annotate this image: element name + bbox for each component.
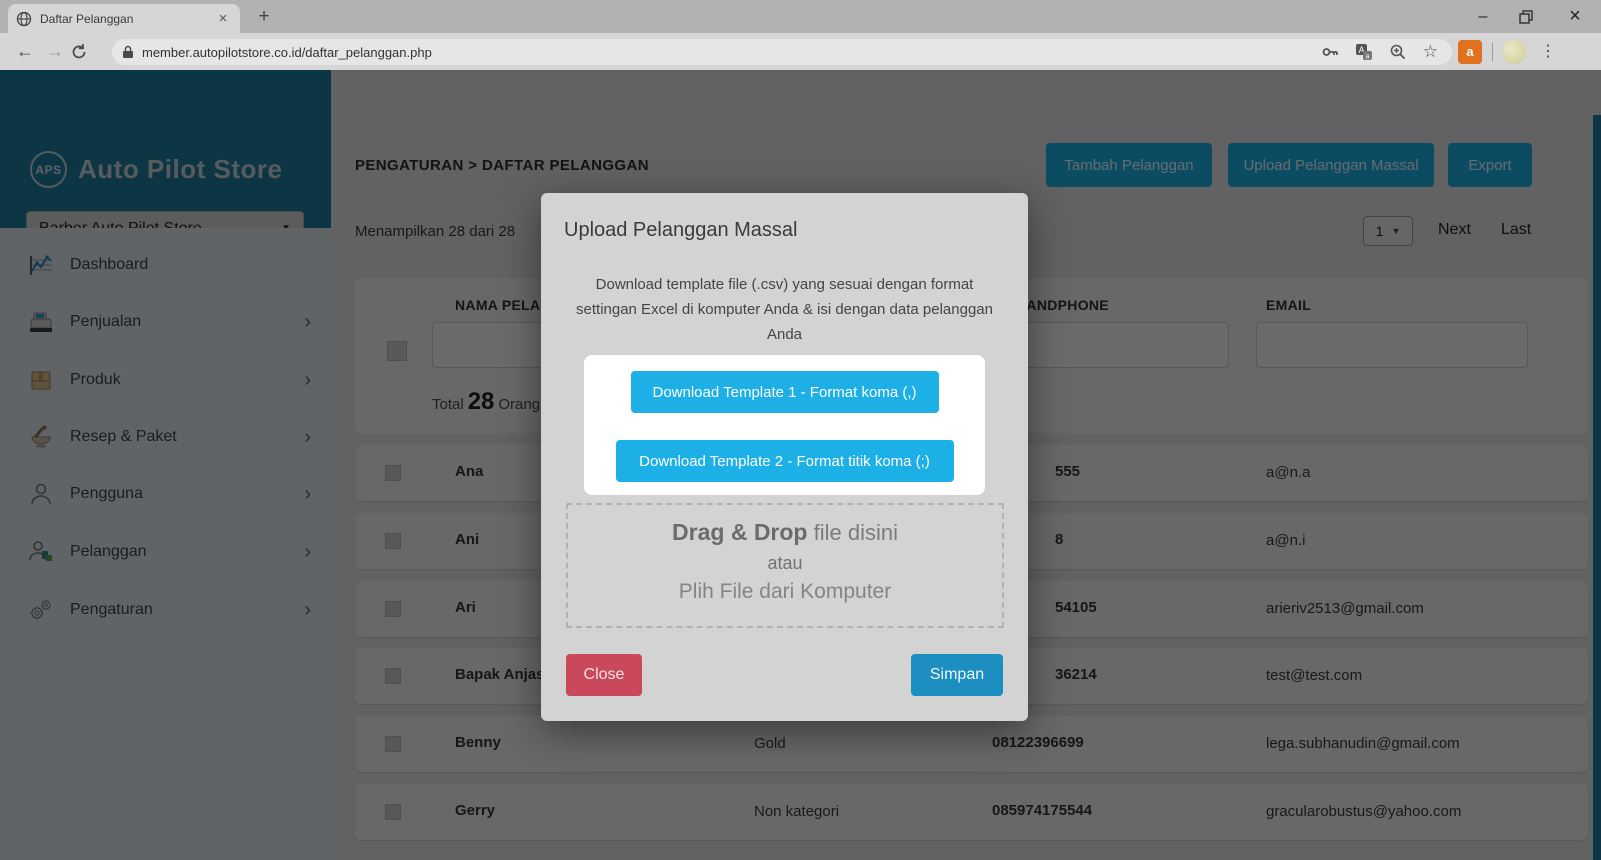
lock-icon (122, 45, 134, 59)
upload-modal: Upload Pelanggan Massal Download templat… (541, 193, 1028, 721)
window-close-icon[interactable]: × (1565, 5, 1585, 28)
tab-title: Daftar Pelanggan (40, 12, 214, 26)
url-text: member.autopilotstore.co.id/daftar_pelan… (142, 45, 432, 60)
address-bar[interactable]: member.autopilotstore.co.id/daftar_pelan… (112, 39, 1452, 65)
toolbar-divider (1492, 43, 1493, 61)
modal-close-button[interactable]: Close (566, 654, 642, 696)
back-icon[interactable]: ← (10, 41, 40, 62)
forward-icon[interactable]: → (40, 41, 70, 62)
key-icon[interactable] (1321, 43, 1339, 61)
modal-description: Download template file (.csv) yang sesua… (564, 273, 1005, 347)
address-bar-icons: Aa ☆ (1321, 39, 1442, 65)
download-template1-button[interactable]: Download Template 1 - Format koma (,) (631, 371, 939, 413)
window-controls: – × (1473, 0, 1595, 33)
download-template2-button[interactable]: Download Template 2 - Format titik koma … (616, 440, 954, 482)
browser-tab-strip: Daftar Pelanggan × + – × (0, 0, 1601, 33)
modal-save-button[interactable]: Simpan (911, 654, 1003, 696)
window-minimize-icon[interactable]: – (1473, 8, 1493, 26)
dropzone-rest-text: file disini (807, 520, 897, 545)
extension-icon[interactable]: a (1458, 40, 1482, 64)
bookmark-star-icon[interactable]: ☆ (1423, 42, 1438, 62)
dropzone-bold-text: Drag & Drop (672, 519, 807, 545)
dropzone-line3: Plih File dari Komputer (568, 580, 1002, 604)
file-dropzone[interactable]: Drag & Drop file disini atau Plih File d… (566, 503, 1004, 628)
modal-title: Upload Pelanggan Massal (564, 219, 798, 242)
reload-icon[interactable] (70, 43, 100, 61)
translate-icon[interactable]: Aa (1355, 43, 1373, 61)
profile-avatar[interactable] (1502, 40, 1526, 64)
screen: Daftar Pelanggan × + – × ← → member.auto… (0, 0, 1601, 860)
tab-close-icon[interactable]: × (214, 10, 232, 28)
template-buttons-card: Download Template 1 - Format koma (,) Do… (584, 355, 985, 495)
dropzone-line1: Drag & Drop file disini (568, 519, 1002, 546)
svg-text:a: a (1365, 54, 1369, 61)
dropzone-line2: atau (568, 553, 1002, 574)
browser-menu-icon[interactable]: ⋮ (1540, 41, 1556, 61)
favicon-globe-icon (16, 11, 32, 27)
window-restore-icon[interactable] (1519, 10, 1539, 24)
zoom-icon[interactable] (1389, 43, 1407, 61)
browser-tab[interactable]: Daftar Pelanggan × (8, 4, 240, 33)
new-tab-button[interactable]: + (252, 6, 276, 28)
